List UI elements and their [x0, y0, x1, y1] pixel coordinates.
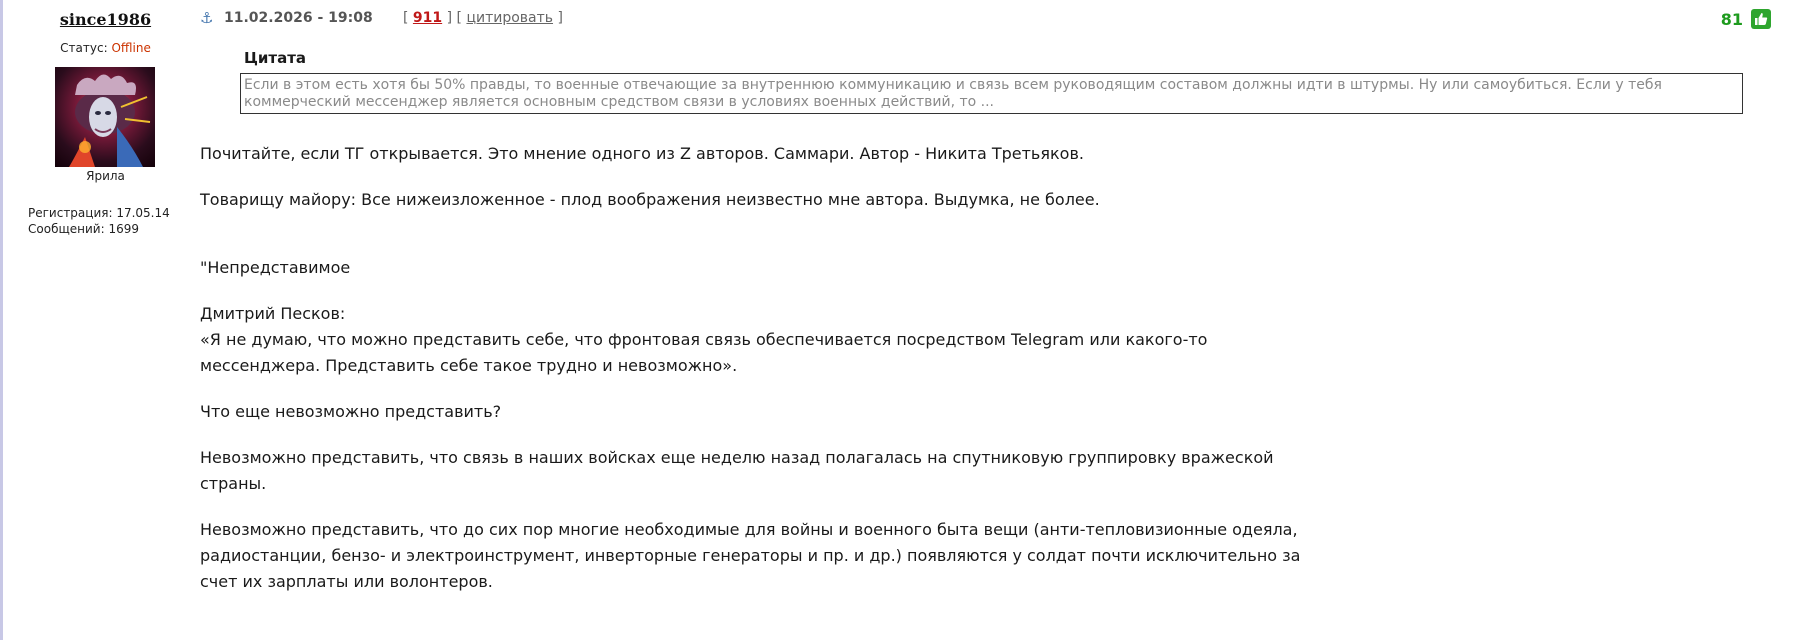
paragraph: Что еще невозможно представить? — [200, 402, 502, 421]
paragraph: Невозможно представить, что связь в наши… — [200, 448, 1274, 493]
paragraph: "Непредставимое — [200, 258, 351, 277]
message-count: Сообщений: 1699 — [28, 222, 139, 236]
anchor-icon[interactable]: ⚓ — [200, 9, 213, 27]
post-date: 11.02.2026 - 19:08 — [224, 10, 373, 26]
thumbs-up-icon[interactable] — [1751, 9, 1771, 29]
status-label: Статус: — [60, 41, 108, 55]
quote-title: Цитата — [244, 49, 307, 67]
post-meta: [ 911 ] [ цитировать ] — [403, 10, 563, 26]
paragraph: Невозможно представить, что до сих пор м… — [200, 520, 1301, 591]
avatar-image — [69, 74, 151, 167]
status-value: Offline — [111, 41, 151, 55]
quote-text: Если в этом есть хотя бы 50% правды, то … — [240, 73, 1743, 114]
user-panel: since1986 Статус: Offline Ярила Регистра… — [18, 0, 193, 237]
rating: 81 — [1721, 9, 1771, 29]
avatar-caption: Ярила — [86, 169, 125, 183]
paragraph: Почитайте, если ТГ открывается. Это мнен… — [200, 144, 1084, 163]
quote-link[interactable]: цитировать — [466, 10, 553, 26]
post-number-link[interactable]: 911 — [413, 10, 442, 26]
paragraph: Товарищу майору: Все нижеизложенное - пл… — [200, 190, 1100, 209]
paragraph: «Я не думаю, что можно представить себе,… — [200, 330, 1208, 375]
rating-value: 81 — [1720, 9, 1743, 29]
quote-block: Цитата Если в этом есть хотя бы 50% прав… — [240, 49, 1743, 114]
user-status: Статус: Offline — [18, 41, 193, 55]
left-border — [0, 0, 3, 640]
username-link[interactable]: since1986 — [18, 10, 193, 29]
post-header: ⚓ 11.02.2026 - 19:08 [ 911 ] [ цитироват… — [200, 9, 1779, 31]
post-body: Почитайте, если ТГ открывается. Это мнен… — [200, 141, 1310, 595]
registration-date: Регистрация: 17.05.14 — [28, 206, 170, 220]
avatar[interactable] — [55, 67, 155, 167]
paragraph: Дмитрий Песков: — [200, 304, 346, 323]
user-stats: Регистрация: 17.05.14 Сообщений: 1699 — [28, 205, 193, 237]
